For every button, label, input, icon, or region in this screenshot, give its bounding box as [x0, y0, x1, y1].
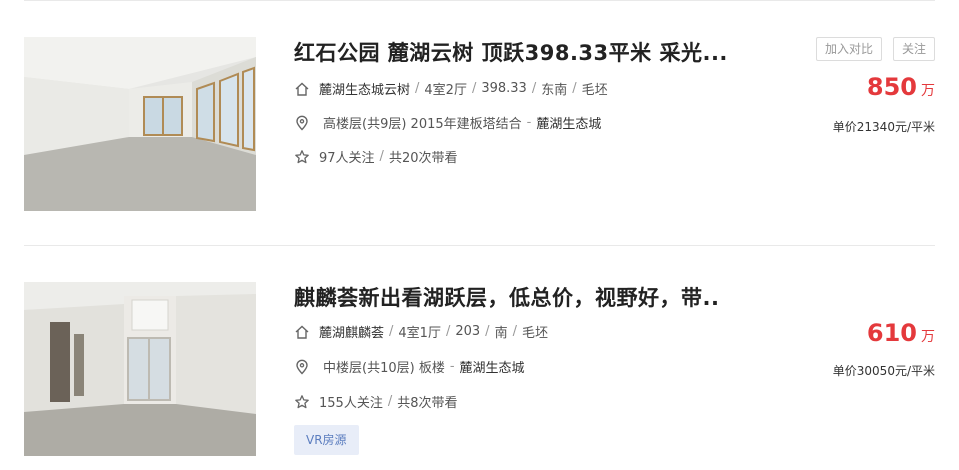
separator: / — [415, 81, 420, 96]
star-icon — [294, 394, 310, 410]
listing-item: 红石公园 麓湖云树 顶跃398.33平米 采光... 加入对比 关注 麓湖生态城… — [0, 37, 959, 211]
decoration-text: 毛坯 — [581, 83, 608, 98]
community-link[interactable]: 麓湖生态城云树 — [319, 79, 410, 98]
separator: / — [485, 324, 490, 339]
compare-button[interactable]: 加入对比 — [816, 37, 882, 61]
visits-text: 共20次带看 — [388, 151, 458, 166]
top-divider — [24, 0, 935, 1]
vr-listing-tag: VR房源 — [294, 425, 359, 455]
position-info-row: 中楼层(共10层) 板楼 - 麓湖生态城 — [294, 357, 525, 376]
floor-info-text: 中楼层(共10层) 板楼 — [323, 361, 445, 376]
empty-room-photo — [24, 37, 256, 211]
house-info-row: 麓湖麒麟荟 / 4室1厅 / 203 / 南 / 毛坯 — [294, 322, 548, 341]
separator: / — [471, 81, 477, 96]
listing-item: 麒麟荟新出看湖跃层，低总价，视野好，带.. 麓湖麒麟荟 / 4室1厅 / 203… — [0, 282, 959, 470]
price-value: 610 — [866, 319, 917, 347]
separator: / — [531, 81, 537, 96]
dash: - — [526, 115, 532, 130]
separator: / — [572, 81, 577, 96]
price-unit: 万 — [921, 329, 935, 345]
followers-text: 155人关注 — [319, 396, 383, 411]
follow-button[interactable]: 关注 — [893, 37, 935, 61]
decoration-text: 毛坯 — [521, 326, 548, 341]
total-price: 610 万 — [867, 319, 935, 347]
orientation-text: 东南 — [541, 83, 568, 98]
price-unit: 万 — [921, 83, 935, 99]
follow-info-row: 155人关注 / 共8次带看 — [294, 392, 458, 411]
unit-price: 单价30050元/平米 — [832, 364, 935, 378]
separator: / — [379, 149, 384, 164]
listing-photo[interactable] — [24, 282, 256, 456]
separator: / — [445, 324, 451, 339]
orientation-text: 南 — [494, 326, 508, 341]
listing-photo[interactable] — [24, 37, 256, 211]
separator: / — [389, 324, 394, 339]
separator: / — [512, 324, 517, 339]
area-text: 398.33 — [481, 81, 527, 96]
listing-title[interactable]: 红石公园 麓湖云树 顶跃398.33平米 采光... — [294, 37, 728, 67]
unit-price: 单价21340元/平米 — [832, 120, 935, 134]
house-icon — [294, 81, 310, 97]
area-text: 203 — [455, 324, 481, 339]
total-price: 850 万 — [867, 73, 935, 101]
house-icon — [294, 324, 310, 340]
layout-text: 4室2厅 — [424, 83, 467, 98]
follow-info-row: 97人关注 / 共20次带看 — [294, 147, 457, 166]
star-icon — [294, 149, 310, 165]
visits-text: 共8次带看 — [397, 396, 458, 411]
listing-divider — [24, 245, 935, 246]
followers-text: 97人关注 — [319, 151, 375, 166]
district-link[interactable]: 麓湖生态城 — [536, 113, 601, 132]
layout-text: 4室1厅 — [398, 326, 441, 341]
location-pin-icon — [294, 115, 310, 131]
house-info-row: 麓湖生态城云树 / 4室2厅 / 398.33 / 东南 / 毛坯 — [294, 79, 608, 98]
dash: - — [449, 359, 455, 374]
position-info-row: 高楼层(共9层) 2015年建板塔结合 - 麓湖生态城 — [294, 113, 601, 132]
listing-title[interactable]: 麒麟荟新出看湖跃层，低总价，视野好，带.. — [294, 282, 719, 312]
community-link[interactable]: 麓湖麒麟荟 — [319, 322, 384, 341]
floor-info-text: 高楼层(共9层) 2015年建板塔结合 — [323, 117, 522, 132]
price-value: 850 — [866, 73, 917, 101]
separator: / — [387, 394, 393, 409]
empty-room-photo — [24, 282, 256, 456]
district-link[interactable]: 麓湖生态城 — [460, 357, 525, 376]
location-pin-icon — [294, 359, 310, 375]
